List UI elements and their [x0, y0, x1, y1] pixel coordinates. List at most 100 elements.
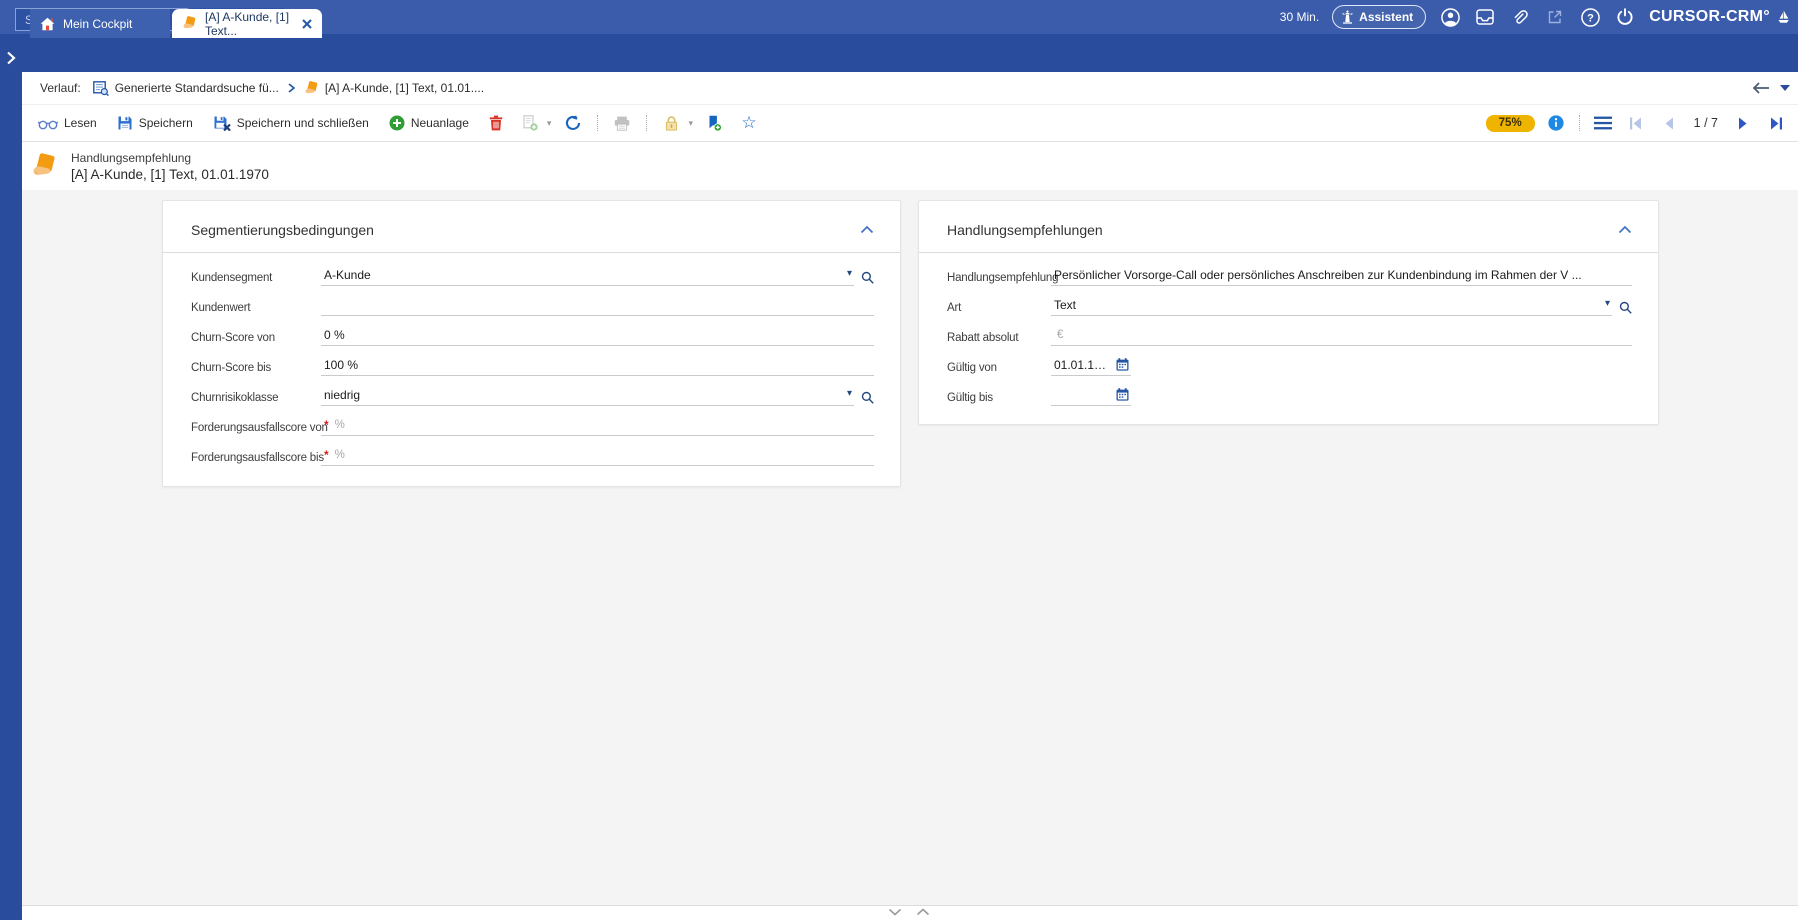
tab-mein-cockpit[interactable]: Mein Cockpit: [30, 9, 170, 38]
field-input[interactable]: Persönlicher Vorsorge-Call oder persönli…: [1051, 267, 1632, 286]
inbox-icon[interactable]: [1474, 6, 1496, 28]
collapse-panel-chevron-icon[interactable]: [1618, 225, 1632, 234]
field-input[interactable]: * %: [321, 447, 874, 466]
field-value: A-Kunde: [324, 267, 371, 282]
glasses-icon: [38, 117, 58, 130]
copy-record-icon[interactable]: [518, 111, 542, 135]
last-page-icon[interactable]: [1764, 111, 1788, 135]
bottom-panel-bar: [22, 905, 1798, 920]
field-value: niedrig: [324, 387, 361, 402]
field-input[interactable]: Text ▾: [1051, 297, 1612, 316]
panel-title: Handlungsempfehlungen: [947, 221, 1103, 238]
calendar-icon[interactable]: [1116, 388, 1129, 401]
previous-page-icon[interactable]: [1657, 111, 1681, 135]
dropdown-arrow-icon[interactable]: ▾: [847, 389, 852, 400]
save-and-close-button[interactable]: Speichern und schließen: [208, 110, 374, 136]
save-close-icon: [213, 115, 231, 131]
field-input[interactable]: 0 %: [321, 327, 874, 346]
copy-dropdown-icon[interactable]: ▾: [547, 118, 552, 129]
data-quality-badge[interactable]: 75%: [1485, 114, 1535, 132]
field-row: Rabatt absolut €: [947, 319, 1632, 349]
svg-text:?: ?: [1587, 12, 1594, 24]
field-input[interactable]: 01.01.1970: [1051, 357, 1131, 376]
field-row: Churn-Score von 0 %: [191, 319, 874, 349]
field-placeholder: %: [334, 418, 345, 431]
print-icon[interactable]: [610, 111, 634, 135]
field-input[interactable]: * %: [321, 417, 874, 436]
save-button[interactable]: Speichern: [112, 110, 198, 136]
note-icon: [182, 16, 197, 31]
dropdown-arrow-icon[interactable]: ▾: [847, 269, 852, 280]
home-icon: [40, 17, 55, 31]
field-input[interactable]: 100 %: [321, 357, 874, 376]
refresh-icon[interactable]: [561, 111, 585, 135]
field-label: Churn-Score von: [191, 332, 275, 344]
collapse-panel-chevron-icon[interactable]: [860, 225, 874, 234]
history-dropdown-icon[interactable]: [1780, 85, 1790, 91]
lookup-search-icon[interactable]: [861, 391, 874, 404]
dropdown-arrow-icon[interactable]: ▾: [1605, 299, 1610, 310]
panel-handlungsempfehlungen: Handlungsempfehlungen Handlungsempfehlun…: [918, 200, 1659, 425]
field-label: Forderungsausfallscore bis: [191, 452, 324, 464]
toolbar-separator: [646, 115, 648, 131]
read-button[interactable]: Lesen: [33, 110, 102, 136]
help-icon[interactable]: ?: [1579, 6, 1601, 28]
field-value: 100 %: [324, 357, 359, 372]
field-input[interactable]: €: [1051, 327, 1632, 346]
link-icon[interactable]: [1509, 6, 1531, 28]
tab-label: [A] A-Kunde, [1] Text...: [205, 9, 290, 38]
history-back-icon[interactable]: [1752, 82, 1770, 94]
tab-record[interactable]: [A] A-Kunde, [1] Text...: [172, 9, 322, 38]
record-entity-type: Handlungsempfehlung: [71, 150, 192, 165]
breadcrumb-item-search[interactable]: Generierte Standardsuche fü...: [92, 80, 279, 96]
breadcrumb-item-record[interactable]: [A] A-Kunde, [1] Text, 01.01....: [304, 80, 484, 96]
field-row: Forderungsausfallscore bis * %: [191, 439, 874, 469]
field-row: Kundensegment A-Kunde ▾: [191, 259, 874, 289]
close-tab-icon[interactable]: [302, 17, 312, 30]
field-row: Gültig bis: [947, 379, 1632, 409]
field-label: Forderungsausfallscore von: [191, 422, 328, 434]
saved-search-icon: [92, 80, 109, 96]
assistant-button[interactable]: Assistent: [1332, 5, 1427, 29]
info-icon[interactable]: [1544, 111, 1568, 135]
expand-bottom-chevron-icon[interactable]: [916, 908, 930, 916]
expand-sidebar-chevron-icon[interactable]: [3, 50, 19, 66]
record-header: Handlungsempfehlung [A] A-Kunde, [1] Tex…: [22, 142, 1798, 190]
external-link-icon[interactable]: [1544, 6, 1566, 28]
first-page-icon[interactable]: [1624, 111, 1648, 135]
field-label: Handlungsempfehlung: [947, 272, 1059, 284]
field-label: Rabatt absolut: [947, 332, 1019, 344]
next-page-icon[interactable]: [1731, 111, 1755, 135]
lock-dropdown-icon[interactable]: ▾: [688, 118, 693, 129]
field-label: Churn-Score bis: [191, 362, 272, 374]
recommendation-record-icon: [30, 152, 58, 180]
lookup-search-icon[interactable]: [1619, 301, 1632, 314]
bookmark-add-icon[interactable]: [703, 111, 727, 135]
assistant-label: Assistent: [1359, 10, 1414, 24]
user-profile-icon[interactable]: [1439, 6, 1461, 28]
field-row: Churnrisikoklasse niedrig ▾: [191, 379, 874, 409]
lookup-search-icon[interactable]: [861, 271, 874, 284]
sailboat-icon: [1777, 9, 1790, 25]
lighthouse-icon: [1342, 10, 1353, 24]
form-body: Segmentierungsbedingungen Kundensegment …: [22, 190, 1798, 905]
calendar-icon[interactable]: [1116, 358, 1129, 371]
content-area: Verlauf: Generierte Standardsuche fü... …: [22, 72, 1798, 920]
menu-icon[interactable]: [1591, 111, 1615, 135]
field-input[interactable]: niedrig ▾: [321, 387, 854, 406]
required-asterisk: *: [324, 417, 329, 432]
delete-icon[interactable]: [484, 111, 508, 135]
favorite-star-icon[interactable]: ☆: [737, 111, 761, 135]
collapse-bottom-chevron-icon[interactable]: [888, 908, 902, 916]
lock-icon[interactable]: [659, 111, 683, 135]
field-input[interactable]: [321, 297, 874, 316]
field-value: Persönlicher Vorsorge-Call oder persönli…: [1054, 267, 1582, 282]
field-input[interactable]: [1051, 387, 1131, 406]
field-input[interactable]: A-Kunde ▾: [321, 267, 854, 286]
required-asterisk: *: [324, 447, 329, 462]
field-value: 01.01.1970: [1054, 357, 1110, 372]
new-record-button[interactable]: Neuanlage: [384, 110, 474, 136]
power-logout-icon[interactable]: [1614, 6, 1636, 28]
field-placeholder: €: [1057, 328, 1064, 341]
panel-title: Segmentierungsbedingungen: [191, 221, 374, 238]
